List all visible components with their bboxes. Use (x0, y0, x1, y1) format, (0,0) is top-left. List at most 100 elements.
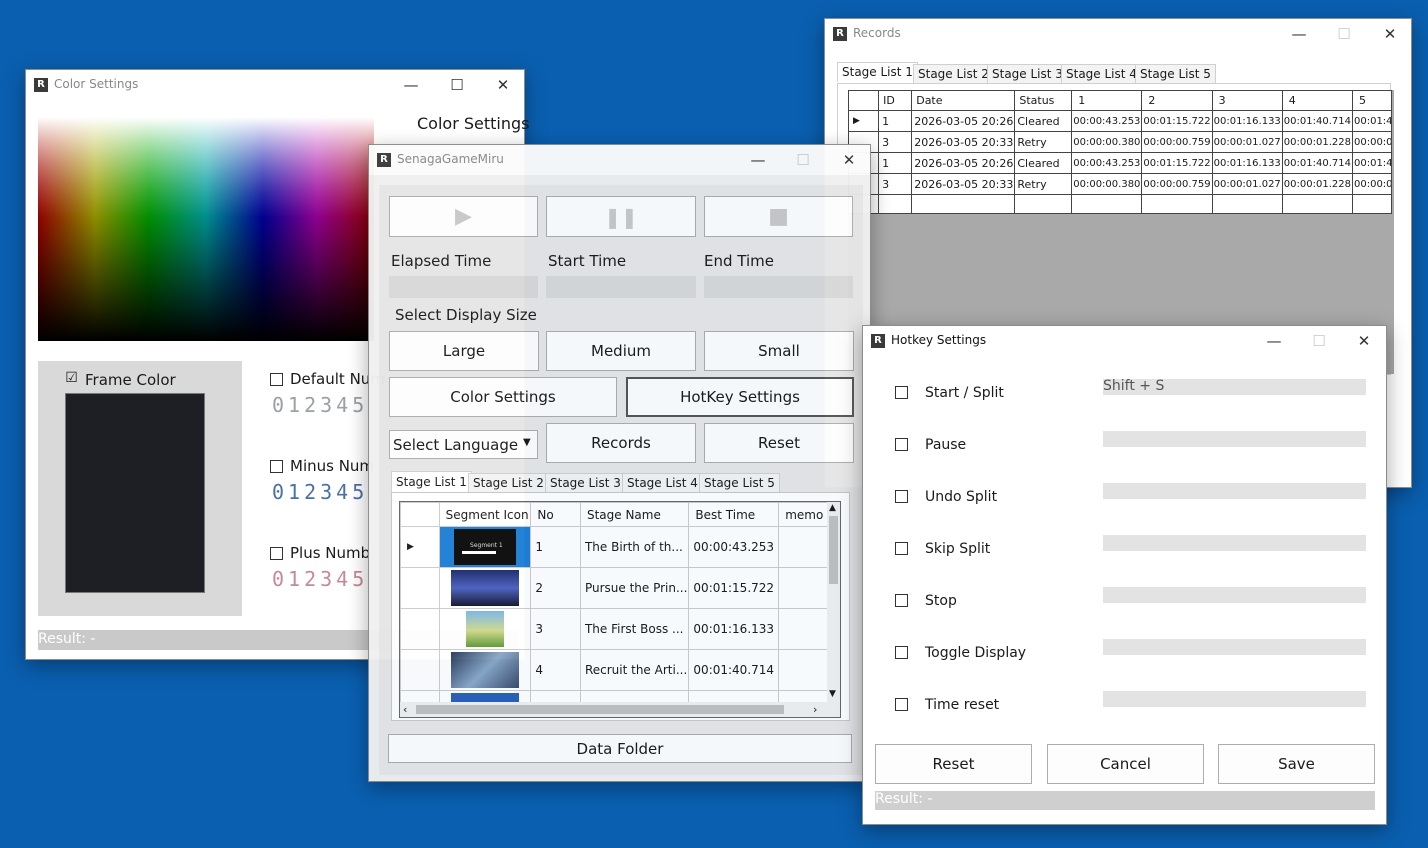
color-titlebar[interactable]: R Color Settings — ☐ ✕ (26, 70, 524, 100)
hotkey-field[interactable]: Shift + S (1103, 378, 1366, 395)
hotkey-titlebar[interactable]: R Hotkey Settings — ☐ ✕ (863, 326, 1386, 356)
table-cell[interactable]: 2026-03-05 20:33 (911, 131, 1016, 153)
tab-stage-list-1[interactable]: Stage List 1 (837, 62, 918, 82)
table-cell[interactable]: 00:01:15.722 (1141, 110, 1213, 132)
table-cell[interactable]: 00:00:01.228 (1281, 173, 1353, 195)
main-titlebar[interactable]: R SenagaGameMiru — ☐ ✕ (369, 145, 870, 175)
table-cell[interactable]: Retry (1014, 173, 1073, 195)
table-cell[interactable]: 00:00:43.253 (1071, 110, 1143, 132)
maximize-icon[interactable]: ☐ (1304, 329, 1334, 353)
new-row[interactable] (848, 194, 1393, 214)
table-row[interactable]: 3 2026-03-05 20:33 Retry 00:00:00.380 00… (848, 173, 1393, 195)
table-cell[interactable]: 00:01:15.722 (688, 567, 780, 609)
table-row[interactable]: 3 The First Boss ... 00:01:16.133 (400, 608, 830, 650)
column-header[interactable]: No (530, 502, 581, 527)
table-cell[interactable] (778, 649, 830, 691)
table-cell[interactable]: 00:00:00.759 (1141, 173, 1213, 195)
tab-stage-list-5[interactable]: Stage List 5 (699, 473, 780, 493)
scrollbar-thumb[interactable] (829, 516, 838, 584)
close-icon[interactable]: ✕ (1375, 22, 1405, 46)
table-row[interactable]: 1 2026-03-05 20:26 Cleared 00:00:43.253 … (848, 152, 1393, 174)
color-settings-button[interactable]: Color Settings (389, 377, 617, 417)
table-cell[interactable]: 00:01:4 (1351, 110, 1393, 132)
table-cell[interactable]: 2 (530, 567, 581, 609)
table-cell[interactable]: Cleared (1014, 110, 1073, 132)
tab-stage-list-2[interactable]: Stage List 2 (468, 473, 549, 493)
table-cell[interactable]: 00:01:40.714 (1281, 152, 1353, 174)
tab-stage-list-3[interactable]: Stage List 3 (987, 64, 1068, 84)
close-icon[interactable]: ✕ (488, 73, 518, 97)
hotkey-reset-button[interactable]: Reset (875, 744, 1032, 784)
table-row[interactable]: ▶ Segment 1 1 The Birth of th... 00:00:4… (400, 526, 830, 568)
table-cell[interactable]: 00:01:16.133 (1211, 152, 1283, 174)
table-cell[interactable]: 00:00:00.759 (1141, 131, 1213, 153)
hotkey-field[interactable] (1103, 587, 1366, 603)
column-header[interactable]: memo (778, 502, 830, 527)
save-button[interactable]: Save (1218, 744, 1375, 784)
table-cell[interactable]: 1 (530, 526, 581, 568)
color-spectrum-picker[interactable] (38, 117, 374, 341)
default-number-checkbox[interactable] (270, 373, 283, 386)
minus-number-checkbox[interactable] (270, 460, 283, 473)
table-cell[interactable] (778, 567, 830, 609)
language-select[interactable]: Select Language ▼ (389, 430, 538, 459)
segment-icon-cell[interactable] (438, 649, 532, 691)
records-titlebar[interactable]: R Records — ☐ ✕ (825, 19, 1411, 49)
minimize-icon[interactable]: — (1259, 329, 1289, 353)
scroll-down-icon[interactable]: ▼ (829, 689, 836, 699)
hotkey-field[interactable] (1103, 535, 1366, 551)
segment-icon-cell[interactable] (438, 567, 532, 609)
table-cell[interactable]: Retry (1014, 131, 1073, 153)
tab-stage-list-4[interactable]: Stage List 4 (1061, 64, 1142, 84)
hotkey-field[interactable] (1103, 483, 1366, 499)
table-cell[interactable]: 00:00:00.380 (1071, 173, 1143, 195)
column-header[interactable]: ID (878, 90, 913, 111)
reset-button[interactable]: Reset (704, 423, 854, 463)
hotkey-field[interactable] (1103, 431, 1366, 447)
table-cell[interactable]: 00:01:16.133 (1211, 110, 1283, 132)
minimize-icon[interactable]: — (1284, 22, 1314, 46)
frame-color-checkbox[interactable]: ☑ (65, 371, 78, 386)
table-cell[interactable]: 00:00:0 (1351, 173, 1393, 195)
horizontal-scrollbar[interactable]: ‹ › (400, 702, 840, 717)
hotkey-field[interactable] (1103, 639, 1366, 655)
small-button[interactable]: Small (704, 331, 854, 371)
column-header[interactable]: Date (911, 90, 1016, 111)
hotkey-checkbox[interactable] (895, 646, 908, 659)
hotkey-field[interactable] (1103, 691, 1366, 707)
table-cell[interactable]: 00:00:01.228 (1281, 131, 1353, 153)
column-header[interactable]: 3 (1211, 90, 1283, 111)
tab-stage-list-2[interactable]: Stage List 2 (913, 64, 994, 84)
hotkey-checkbox[interactable] (895, 698, 908, 711)
table-row[interactable]: ▶ 1 2026-03-05 20:26 Cleared 00:00:43.25… (848, 110, 1393, 132)
table-cell[interactable]: 1 (878, 152, 913, 174)
hotkey-checkbox[interactable] (895, 542, 908, 555)
table-cell[interactable]: The First Boss ... (579, 608, 690, 650)
table-cell[interactable]: 00:00:01.027 (1211, 173, 1283, 195)
hotkey-checkbox[interactable] (895, 490, 908, 503)
table-cell[interactable]: 00:00:43.253 (688, 526, 780, 568)
close-icon[interactable]: ✕ (1349, 329, 1379, 353)
column-header[interactable]: Status (1014, 90, 1073, 111)
close-icon[interactable]: ✕ (834, 148, 864, 172)
table-cell[interactable] (778, 526, 830, 568)
column-header[interactable]: Segment Icon (438, 502, 532, 527)
table-cell[interactable]: 4 (530, 649, 581, 691)
table-cell[interactable]: 3 (878, 173, 913, 195)
stop-button[interactable]: ■ (704, 196, 853, 237)
column-header[interactable]: Best Time (688, 502, 780, 527)
segment-icon-cell[interactable]: Segment 1 (438, 526, 532, 568)
table-cell[interactable]: 00:01:40.714 (1281, 110, 1353, 132)
minimize-icon[interactable]: — (396, 73, 426, 97)
tab-stage-list-4[interactable]: Stage List 4 (622, 473, 703, 493)
tab-stage-list-3[interactable]: Stage List 3 (545, 473, 626, 493)
table-cell[interactable]: 00:00:00.380 (1071, 131, 1143, 153)
maximize-icon[interactable]: ☐ (442, 73, 472, 97)
table-row[interactable]: 2 Pursue the Prin... 00:01:15.722 (400, 567, 830, 609)
hotkey-checkbox[interactable] (895, 438, 908, 451)
table-cell[interactable]: The Birth of th... (579, 526, 690, 568)
scrollbar-thumb[interactable] (416, 705, 784, 714)
table-cell[interactable]: 00:01:15.722 (1141, 152, 1213, 174)
table-cell[interactable]: Cleared (1014, 152, 1073, 174)
table-cell[interactable]: Pursue the Prin... (579, 567, 690, 609)
